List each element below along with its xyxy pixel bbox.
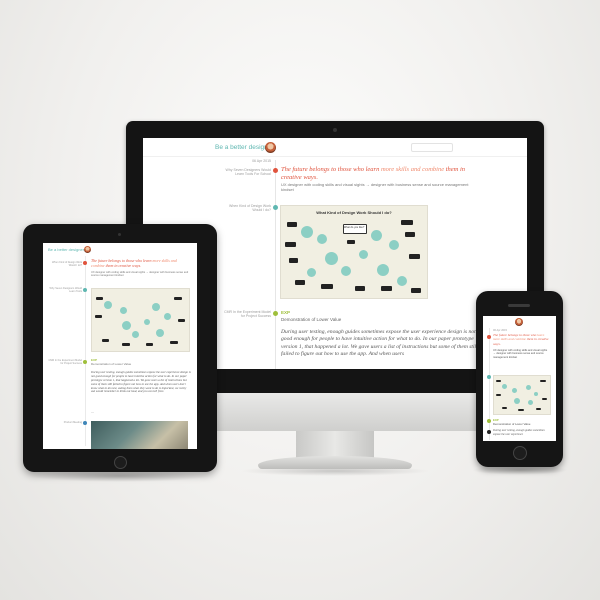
post-quote: The future belongs to those who learn mo…: [281, 166, 466, 182]
timeline-line: [489, 328, 490, 440]
post-quote: The future belongs to those who learn mo…: [91, 258, 177, 268]
timeline-dot: [487, 375, 491, 379]
post-side-label[interactable]: CMR In the Experiment Model for Project …: [221, 310, 271, 319]
post-body: UX designer with coding skills and visua…: [91, 271, 189, 278]
timeline-line: [85, 256, 86, 446]
timeline-dot: [273, 168, 278, 173]
ipad-camera: [118, 233, 121, 236]
avatar[interactable]: [265, 142, 276, 153]
avatar[interactable]: [84, 246, 91, 253]
ipad-screen: Be a better designer When Kind of Design…: [43, 243, 197, 449]
timeline-dot: [273, 311, 278, 316]
imac-foot: [258, 456, 412, 469]
timeline-dot: [83, 360, 87, 364]
post-date: 06 Apr 2015: [493, 329, 507, 332]
timeline-dot: [487, 419, 491, 423]
post-date: 06 Apr 2015: [252, 159, 271, 163]
flowchart-title: What Kind of Design Work Should I do?: [316, 210, 392, 215]
avatar[interactable]: [515, 318, 523, 326]
post-paragraph: During user testing, enough guides somet…: [493, 429, 545, 436]
post-body: UX designer with coding skills and visua…: [493, 349, 548, 359]
post-side-label[interactable]: Why Seven Designers Would Learn Tools Fo…: [221, 168, 271, 177]
post-tag: EXP: [281, 310, 291, 315]
iphone-screen: 06 Apr 2015 The future belongs to those …: [483, 316, 556, 441]
post-body: UX designer with coding skills and visua…: [281, 182, 469, 193]
timeline-line: [275, 160, 276, 369]
post-side-label[interactable]: Product Meeting: [45, 421, 82, 424]
search-input[interactable]: [411, 143, 453, 152]
imac-camera: [333, 128, 337, 132]
timeline-dot: [83, 288, 87, 292]
timeline-dot: [83, 421, 87, 425]
site-title[interactable]: Be a better designer: [48, 247, 84, 252]
iphone-home-button[interactable]: [513, 446, 527, 460]
post-paragraph: During user testing, enough guides somet…: [91, 371, 191, 394]
post-tag-caption: Demonstration of Lower Value: [281, 317, 342, 322]
timeline-dot: [487, 335, 491, 339]
typewriter-photo[interactable]: [91, 421, 188, 449]
header-divider: [143, 156, 527, 157]
post-side-label[interactable]: When Kind of Design Work Would I do?: [221, 204, 271, 213]
design-flowchart-image[interactable]: [91, 288, 190, 352]
design-flowchart-image[interactable]: [493, 375, 551, 415]
ellipsis: —: [91, 410, 94, 414]
post-quote: The future belongs to those who learn mo…: [493, 333, 549, 346]
iphone-speaker: [508, 304, 530, 307]
timeline-dot: [83, 261, 87, 265]
post-side-label[interactable]: CMR In the Experiment Model for Project …: [45, 359, 83, 365]
post-side-label[interactable]: When Kind of Design Work Would I do?: [45, 261, 82, 267]
ipad-home-button[interactable]: [114, 456, 127, 469]
design-flowchart-image[interactable]: What Kind of Design Work Should I do? Wh…: [280, 205, 428, 299]
flowchart-center: What do you like?: [343, 226, 365, 229]
timeline-dot: [487, 430, 491, 434]
post-side-label[interactable]: Why Seven Designers Would Learn Tools: [45, 287, 82, 293]
post-tag-caption: Demonstration of Lower Value: [91, 362, 132, 366]
timeline-dot: [273, 205, 278, 210]
post-paragraph: During user testing, enough guides somet…: [281, 329, 478, 357]
post-tag-caption: Demonstration of Lower Value: [493, 422, 531, 426]
